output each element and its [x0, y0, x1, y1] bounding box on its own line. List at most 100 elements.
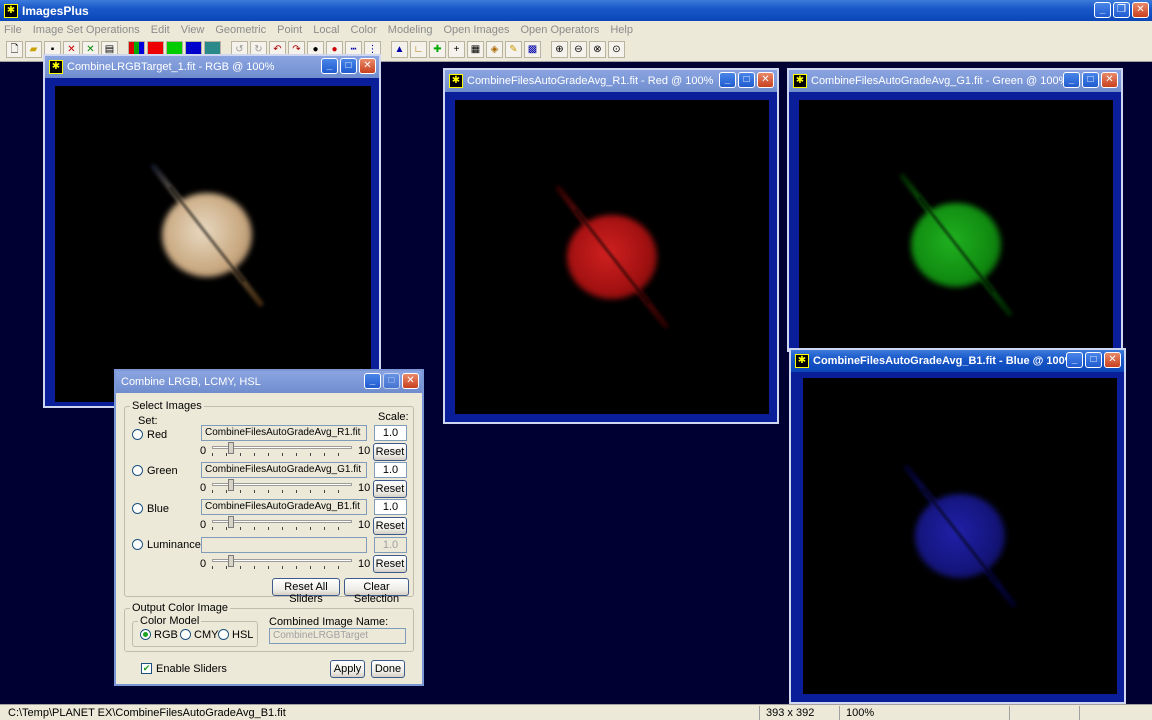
- reset-all-sliders-button[interactable]: Reset All Sliders: [272, 578, 340, 605]
- red-radio[interactable]: [132, 429, 143, 440]
- status-empty-1: [1010, 705, 1080, 720]
- blue-file-field[interactable]: CombineFilesAutoGradeAvg_B1.fit: [201, 499, 367, 515]
- close-icon[interactable]: ✕: [402, 373, 419, 389]
- menu-image-set-operations[interactable]: Image Set Operations: [33, 24, 140, 36]
- apply-button[interactable]: Apply: [330, 660, 365, 678]
- blue-image-canvas[interactable]: [803, 378, 1117, 694]
- new-file-icon[interactable]: 🗋: [6, 41, 23, 58]
- green-scale-slider[interactable]: [212, 479, 352, 493]
- enable-sliders-checkbox[interactable]: ✔: [141, 663, 152, 674]
- palette-icon[interactable]: ◈: [486, 41, 503, 58]
- luminance-slider-max: 10: [358, 558, 371, 570]
- green-window-titlebar[interactable]: ✱ CombineFilesAutoGradeAvg_G1.fit - Gree…: [789, 70, 1121, 92]
- green-radio[interactable]: [132, 465, 143, 476]
- green-slider-min: 0: [200, 482, 207, 494]
- green-image-canvas[interactable]: [799, 100, 1113, 350]
- blue-reset-button[interactable]: Reset: [373, 517, 407, 535]
- combined-image-name-input[interactable]: CombineLRGBTarget: [269, 628, 406, 644]
- maximize-icon: □: [383, 373, 400, 389]
- rgb-window-titlebar[interactable]: ✱ CombineLRGBTarget_1.fit - RGB @ 100% _…: [45, 56, 379, 78]
- dialog-title: Combine LRGB, LCMY, HSL: [121, 376, 261, 388]
- luminance-radio[interactable]: [132, 539, 143, 550]
- blue-window-title: CombineFilesAutoGradeAvg_B1.fit - Blue @…: [813, 355, 1075, 367]
- image-window-red[interactable]: ✱ CombineFilesAutoGradeAvg_R1.fit - Red …: [443, 68, 779, 424]
- minimize-icon[interactable]: _: [364, 373, 381, 389]
- mosaic-icon[interactable]: ▩: [524, 41, 541, 58]
- rgb-radio[interactable]: [140, 629, 151, 640]
- open-folder-icon[interactable]: ▰: [25, 41, 42, 58]
- crosshair-icon[interactable]: ✚: [429, 41, 446, 58]
- green-file-field[interactable]: CombineFilesAutoGradeAvg_G1.fit: [201, 462, 367, 478]
- done-button[interactable]: Done: [371, 660, 405, 678]
- image-window-green[interactable]: ✱ CombineFilesAutoGradeAvg_G1.fit - Gree…: [787, 68, 1123, 352]
- image-icon: ✱: [795, 354, 809, 368]
- maximize-icon[interactable]: □: [340, 58, 357, 74]
- blue-scale-slider[interactable]: [212, 516, 352, 530]
- green-reset-button[interactable]: Reset: [373, 480, 407, 498]
- combined-image-name-label: Combined Image Name:: [269, 616, 389, 628]
- set-label: Set:: [138, 415, 158, 427]
- menu-geometric[interactable]: Geometric: [215, 24, 266, 36]
- minimize-icon[interactable]: _: [719, 72, 736, 88]
- close-icon[interactable]: ✕: [1132, 2, 1149, 18]
- red-image-canvas[interactable]: [455, 100, 769, 414]
- blue-scale-input[interactable]: 1.0: [374, 499, 407, 515]
- close-icon[interactable]: ✕: [1104, 352, 1121, 368]
- menu-help[interactable]: Help: [610, 24, 633, 36]
- red-file-field[interactable]: CombineFilesAutoGradeAvg_R1.fit: [201, 425, 367, 441]
- zoom-actual-icon[interactable]: ⊙: [608, 41, 625, 58]
- close-icon[interactable]: ✕: [359, 58, 376, 74]
- close-icon[interactable]: ✕: [757, 72, 774, 88]
- color-model-label: Color Model: [138, 615, 202, 627]
- menu-local[interactable]: Local: [313, 24, 339, 36]
- blue-radio[interactable]: [132, 503, 143, 514]
- minimize-icon[interactable]: _: [1094, 2, 1111, 18]
- zoom-fit-icon[interactable]: ⊗: [589, 41, 606, 58]
- menu-view[interactable]: View: [181, 24, 205, 36]
- red-slider-max: 10: [358, 445, 371, 457]
- green-scale-input[interactable]: 1.0: [374, 462, 407, 478]
- minimize-icon[interactable]: _: [1063, 72, 1080, 88]
- restore-icon[interactable]: ❐: [1113, 2, 1130, 18]
- hsl-radio[interactable]: [218, 629, 229, 640]
- dialog-titlebar[interactable]: Combine LRGB, LCMY, HSL _ □ ✕: [116, 371, 422, 393]
- app-title-bar: ✱ ImagesPlus _ ❐ ✕: [0, 0, 1152, 21]
- menu-color[interactable]: Color: [351, 24, 377, 36]
- minimize-icon[interactable]: _: [1066, 352, 1083, 368]
- app-title: ImagesPlus: [22, 3, 89, 18]
- maximize-icon[interactable]: □: [738, 72, 755, 88]
- image-window-rgb[interactable]: ✱ CombineLRGBTarget_1.fit - RGB @ 100% _…: [43, 54, 381, 408]
- status-dimensions: 393 x 392: [760, 705, 840, 720]
- menu-open-images[interactable]: Open Images: [443, 24, 509, 36]
- luminance-reset-button[interactable]: Reset: [373, 555, 407, 573]
- menu-edit[interactable]: Edit: [151, 24, 170, 36]
- maximize-icon[interactable]: □: [1082, 72, 1099, 88]
- menu-point[interactable]: Point: [277, 24, 302, 36]
- maximize-icon[interactable]: □: [1085, 352, 1102, 368]
- grid-icon[interactable]: ▦: [467, 41, 484, 58]
- luminance-file-field[interactable]: [201, 537, 367, 553]
- menu-open-operators[interactable]: Open Operators: [520, 24, 599, 36]
- menu-modeling[interactable]: Modeling: [388, 24, 433, 36]
- red-window-titlebar[interactable]: ✱ CombineFilesAutoGradeAvg_R1.fit - Red …: [445, 70, 777, 92]
- pencil-icon[interactable]: ✎: [505, 41, 522, 58]
- blue-window-titlebar[interactable]: ✱ CombineFilesAutoGradeAvg_B1.fit - Blue…: [791, 350, 1124, 372]
- minimize-icon[interactable]: _: [321, 58, 338, 74]
- cross-icon[interactable]: +: [448, 41, 465, 58]
- triangle-icon[interactable]: ▲: [391, 41, 408, 58]
- red-scale-slider[interactable]: [212, 442, 352, 456]
- red-reset-button[interactable]: Reset: [373, 443, 407, 461]
- red-scale-input[interactable]: 1.0: [374, 425, 407, 441]
- menu-file[interactable]: File: [4, 24, 22, 36]
- rgb-image-canvas[interactable]: [55, 86, 371, 402]
- image-window-blue[interactable]: ✱ CombineFilesAutoGradeAvg_B1.fit - Blue…: [789, 348, 1126, 704]
- axes-icon[interactable]: ∟: [410, 41, 427, 58]
- zoom-in-icon[interactable]: ⊕: [551, 41, 568, 58]
- cmy-radio[interactable]: [180, 629, 191, 640]
- blue-slider-max: 10: [358, 519, 371, 531]
- clear-selection-button[interactable]: Clear Selection: [344, 578, 409, 605]
- close-icon[interactable]: ✕: [1101, 72, 1118, 88]
- image-icon: ✱: [49, 60, 63, 74]
- luminance-scale-slider[interactable]: [212, 555, 352, 569]
- zoom-out-icon[interactable]: ⊖: [570, 41, 587, 58]
